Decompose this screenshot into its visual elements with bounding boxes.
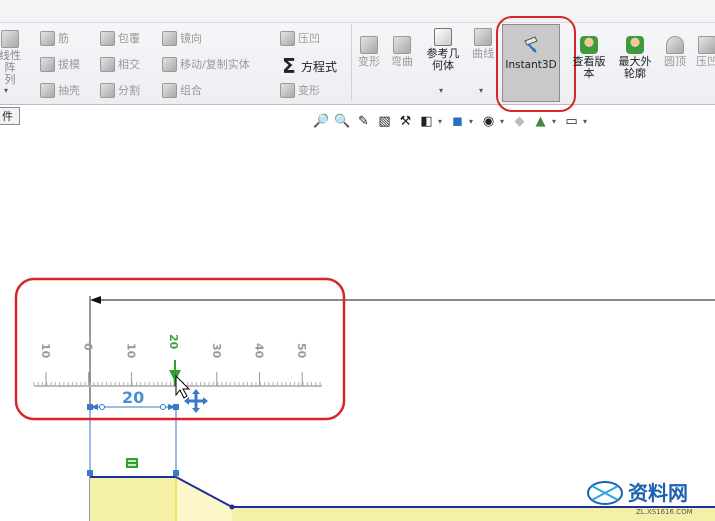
sketch-point[interactable] <box>229 504 235 510</box>
linear-dimension[interactable]: 20 <box>90 388 176 410</box>
dimension-handle-left[interactable] <box>99 404 105 410</box>
equal-relation-icon[interactable] <box>126 458 138 468</box>
sketch-point[interactable] <box>87 404 93 410</box>
ruler-label: 30 <box>210 343 223 359</box>
ruler-label: 50 <box>295 343 308 359</box>
ruler-labels: 10 0 10 20 30 40 50 <box>39 334 308 359</box>
direction-arrow-icon <box>90 296 101 304</box>
watermark-url: ZL.XS1616.COM <box>636 508 693 516</box>
ruler-label-active: 20 <box>167 334 180 350</box>
sketch-point[interactable] <box>173 404 179 410</box>
mouse-cursor-icon <box>175 374 191 399</box>
ruler-label: 0 <box>82 343 95 351</box>
dimension-value[interactable]: 20 <box>122 388 144 407</box>
ruler-label: 10 <box>124 343 137 359</box>
ruler-label: 40 <box>253 343 266 359</box>
dimension-handle-right[interactable] <box>160 404 166 410</box>
sketch-point[interactable] <box>173 470 179 476</box>
graphics-area[interactable]: 10 0 10 20 30 40 50 20 资料网 ZL.XS1616.COM <box>0 0 715 521</box>
sketch-point[interactable] <box>87 470 93 476</box>
watermark-text: 资料网 <box>628 481 688 505</box>
move-handle-icon[interactable] <box>184 389 208 413</box>
ruler-label: 10 <box>39 343 52 359</box>
